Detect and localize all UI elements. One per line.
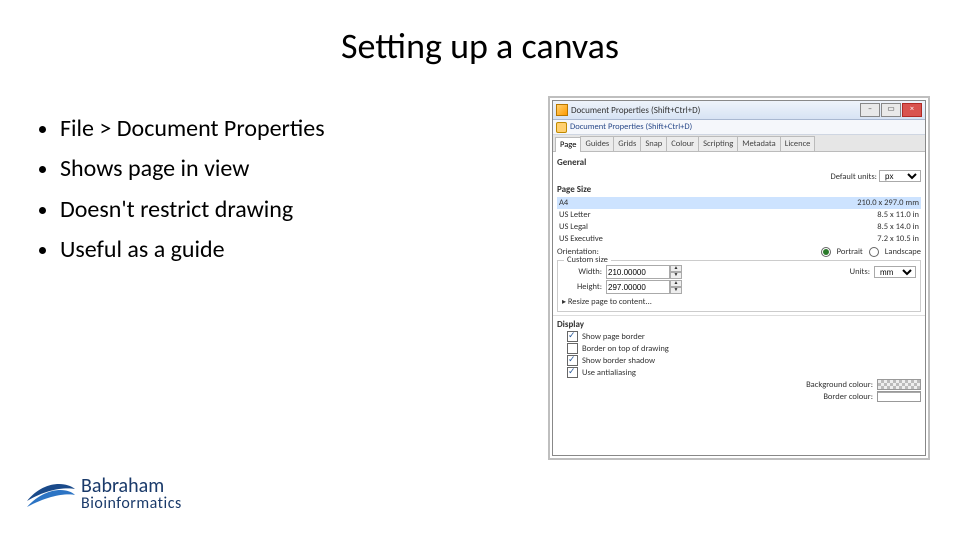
orientation-portrait-label: Portrait — [837, 247, 863, 257]
show-border-label: Show page border — [582, 332, 645, 342]
tab-metadata[interactable]: Metadata — [737, 136, 781, 151]
show-shadow-checkbox[interactable] — [567, 355, 578, 366]
bullet-item: File > Document Properties — [60, 110, 460, 148]
show-border-checkbox[interactable] — [567, 331, 578, 342]
border-on-top-checkbox[interactable] — [567, 343, 578, 354]
height-label: Height: — [562, 282, 602, 292]
document-properties-screenshot: Document Properties (Shift+Ctrl+D) – ▭ ×… — [548, 96, 930, 460]
tab-grids[interactable]: Grids — [613, 136, 641, 151]
tab-licence[interactable]: Licence — [780, 136, 816, 151]
custom-size-legend: Custom size — [564, 255, 611, 265]
height-spinbox[interactable]: ▲▼ — [606, 280, 682, 294]
width-label: Width: — [562, 267, 602, 277]
tab-colour[interactable]: Colour — [666, 136, 699, 151]
page-size-row[interactable]: US Letter 8.5 x 11.0 in — [557, 209, 921, 221]
background-colour-swatch[interactable] — [877, 379, 921, 390]
general-heading: General — [557, 157, 921, 168]
background-colour-label: Background colour: — [806, 380, 873, 390]
document-properties-dialog: Document Properties (Shift+Ctrl+D) – ▭ ×… — [552, 100, 926, 456]
dock-header: Document Properties (Shift+Ctrl+D) — [553, 120, 925, 135]
antialias-label: Use antialiasing — [582, 368, 636, 378]
border-on-top-label: Border on top of drawing — [582, 344, 669, 354]
window-titlebar: Document Properties (Shift+Ctrl+D) – ▭ × — [553, 101, 925, 120]
close-button[interactable]: × — [902, 103, 922, 117]
page-size-list[interactable]: A4 210.0 x 297.0 mm US Letter 8.5 x 11.0… — [557, 197, 921, 245]
tab-page[interactable]: Page — [555, 137, 581, 152]
dialog-tabs: Page Guides Grids Snap Colour Scripting … — [553, 135, 925, 152]
page-size-heading: Page Size — [557, 184, 921, 195]
display-heading: Display — [557, 319, 921, 330]
resize-to-content-expander[interactable]: Resize page to content... — [562, 297, 916, 307]
page-size-row[interactable]: US Legal 8.5 x 14.0 in — [557, 221, 921, 233]
minimize-button[interactable]: – — [860, 103, 880, 117]
logo-text-bottom: Bioinformatics — [81, 496, 182, 512]
slide-title: Setting up a canvas — [0, 24, 960, 68]
custom-size-fieldset: Custom size Width: ▲▼ Units: mm Height: — [557, 260, 921, 312]
maximize-button[interactable]: ▭ — [881, 103, 901, 117]
logo-text-top: Babraham — [81, 476, 182, 496]
bullet-item: Shows page in view — [60, 150, 460, 188]
tab-snap[interactable]: Snap — [640, 136, 667, 151]
orientation-landscape-radio[interactable] — [869, 247, 879, 257]
dock-icon — [556, 122, 567, 133]
babraham-logo: Babraham Bioinformatics — [25, 473, 182, 515]
orientation-landscape-label: Landscape — [885, 247, 921, 257]
border-colour-label: Border colour: — [823, 392, 873, 402]
width-input[interactable] — [606, 265, 670, 279]
orientation-portrait-radio[interactable] — [821, 247, 831, 257]
page-size-row[interactable]: A4 210.0 x 297.0 mm — [557, 197, 921, 209]
height-input[interactable] — [606, 280, 670, 294]
tab-scripting[interactable]: Scripting — [698, 136, 738, 151]
border-colour-swatch[interactable] — [877, 391, 921, 402]
bullet-item: Doesn't restrict drawing — [60, 191, 460, 229]
bullet-item: Useful as a guide — [60, 231, 460, 269]
width-spinbox[interactable]: ▲▼ — [606, 265, 682, 279]
antialias-checkbox[interactable] — [567, 367, 578, 378]
default-units-label: Default units: — [831, 172, 877, 182]
bullet-list: File > Document Properties Shows page in… — [40, 110, 460, 272]
window-icon — [556, 104, 568, 116]
window-title: Document Properties (Shift+Ctrl+D) — [571, 105, 857, 116]
tab-guides[interactable]: Guides — [580, 136, 614, 151]
page-panel: General Default units: px Page Size A4 2… — [553, 152, 925, 455]
logo-swoosh-icon — [25, 473, 77, 515]
custom-units-select[interactable]: mm — [874, 266, 916, 278]
default-units-select[interactable]: px — [879, 170, 921, 182]
units-label: Units: — [850, 267, 870, 277]
show-shadow-label: Show border shadow — [582, 356, 655, 366]
page-size-row[interactable]: US Executive 7.2 x 10.5 in — [557, 233, 921, 245]
dock-title: Document Properties (Shift+Ctrl+D) — [570, 122, 692, 132]
